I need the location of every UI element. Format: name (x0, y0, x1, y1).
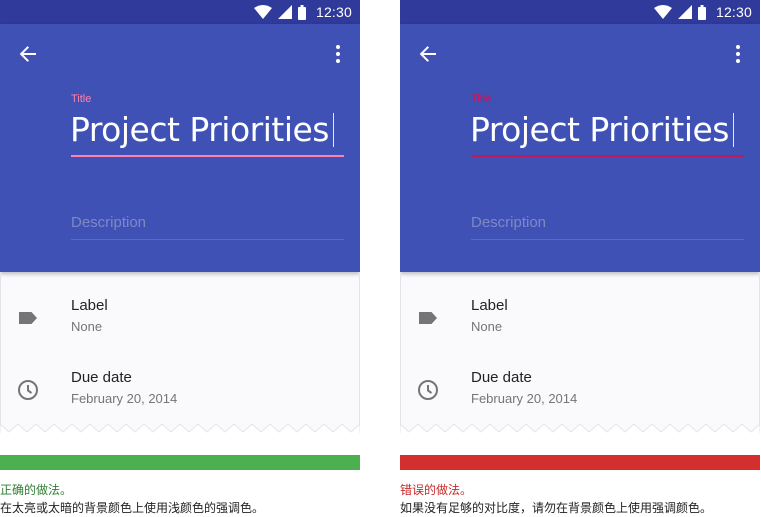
description-underline (471, 239, 744, 240)
arrow-back-icon (19, 46, 36, 62)
label-item-value: None (471, 319, 503, 334)
torn-edge (0, 423, 360, 440)
title-underline (471, 155, 744, 157)
label-item-value: None (71, 319, 103, 334)
card-edge-right (759, 272, 760, 432)
status-bar: 12:30 (400, 0, 760, 24)
text-cursor (332, 113, 334, 147)
signal-icon (677, 5, 692, 19)
incorrect-verdict-description: 如果没有足够的对比度，请勿在背景颜色上使用强调颜色。 (400, 501, 713, 515)
more-options-button[interactable] (724, 38, 752, 70)
title-field-label: Title (471, 93, 492, 105)
incorrect-verdict-title: 错误的做法。 (400, 483, 473, 497)
comparison-stage: 12:30 Title Project Priorities Descripti… (0, 0, 761, 517)
phone-screen: 12:30 Title Project Priorities Descripti… (400, 0, 760, 440)
signal-icon (277, 5, 292, 19)
correct-verdict-title: 正确的做法。 (0, 483, 73, 497)
label-list-item[interactable]: Label None (400, 288, 760, 348)
title-input[interactable]: Project Priorities (470, 110, 734, 149)
wifi-icon (653, 5, 672, 19)
status-time: 12:30 (315, 4, 352, 20)
title-input-value: Project Priorities (470, 110, 729, 149)
description-input[interactable]: Description (71, 214, 146, 231)
label-list-item[interactable]: Label None (0, 288, 360, 348)
torn-edge (400, 423, 760, 440)
more-vert-icon (336, 45, 340, 63)
label-tag-icon (19, 312, 37, 324)
back-button[interactable] (12, 38, 44, 70)
card-edge-left (400, 272, 401, 432)
description-underline (71, 239, 344, 240)
title-input-value: Project Priorities (70, 110, 329, 149)
more-vert-icon (736, 45, 740, 63)
due-date-item-value: February 20, 2014 (471, 391, 578, 406)
battery-icon (697, 4, 706, 20)
incorrect-indicator-bar (400, 455, 760, 470)
clock-icon (18, 380, 38, 400)
due-date-item-title: Due date (471, 369, 532, 386)
due-date-list-item[interactable]: Due date February 20, 2014 (0, 360, 360, 420)
title-underline (71, 155, 344, 157)
card-edge-right (359, 272, 360, 432)
clock-icon (418, 380, 438, 400)
description-input[interactable]: Description (471, 214, 546, 231)
due-date-item-title: Due date (71, 369, 132, 386)
label-tag-icon (419, 312, 437, 324)
battery-icon (297, 4, 306, 20)
due-date-item-value: February 20, 2014 (71, 391, 178, 406)
incorrect-example-panel: 12:30 Title Project Priorities Descripti… (400, 0, 760, 517)
app-bar: Title Project Priorities Description (0, 24, 360, 272)
due-date-list-item[interactable]: Due date February 20, 2014 (400, 360, 760, 420)
label-item-title: Label (471, 297, 508, 314)
status-time: 12:30 (715, 4, 752, 20)
correct-indicator-bar (0, 455, 360, 470)
correct-example-panel: 12:30 Title Project Priorities Descripti… (0, 0, 360, 517)
phone-screen: 12:30 Title Project Priorities Descripti… (0, 0, 360, 440)
back-button[interactable] (412, 38, 444, 70)
text-cursor (732, 113, 734, 147)
status-bar: 12:30 (0, 0, 360, 24)
title-field-label: Title (71, 93, 92, 105)
more-options-button[interactable] (324, 38, 352, 70)
card-edge-left (0, 272, 1, 432)
wifi-icon (253, 5, 272, 19)
title-input[interactable]: Project Priorities (70, 110, 334, 149)
correct-verdict-description: 在太亮或太暗的背景颜色上使用浅颜色的强调色。 (0, 501, 265, 515)
label-item-title: Label (71, 297, 108, 314)
app-bar: Title Project Priorities Description (400, 24, 760, 272)
arrow-back-icon (419, 46, 436, 62)
